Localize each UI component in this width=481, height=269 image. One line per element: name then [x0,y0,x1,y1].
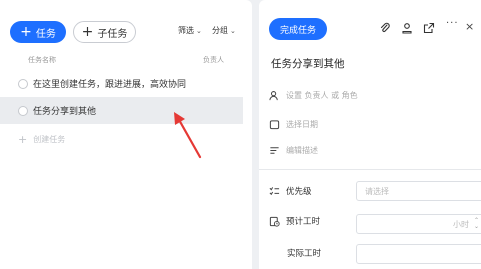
create-task-label: 创建任务 [33,135,66,144]
hours-unit: 小时 [453,219,469,229]
clock-icon [269,216,280,227]
add-task-label: 任务 [35,28,56,40]
create-task-button[interactable]: + 创建任务 [18,133,65,146]
date-field[interactable]: 选择日期 [269,119,318,130]
description-placeholder: 编辑描述 [286,146,318,155]
attachment-icon[interactable] [379,22,391,34]
task-checkbox[interactable] [18,105,28,116]
add-subtask-label: 子任务 [97,28,128,40]
user-icon [269,91,278,101]
task-detail-panel: 完成任务 ··· × 任务分享到其他 设置 负责人 或 角色 选择日期 编辑描述 [259,0,481,269]
more-icon[interactable]: ··· [446,18,459,29]
plus-icon: + [20,23,32,40]
close-icon[interactable]: × [465,20,474,33]
complete-task-button[interactable]: 完成任务 [269,18,327,40]
actual-hours-label: 实际工时 [287,247,321,259]
task-list-panel: + 任务 + 子任务 筛选 ⌄ 分组 ⌄ 任务名称 负责人 在这里创建任务，跟进… [0,0,252,269]
filter-dropdown[interactable]: 筛选 ⌄ [178,25,202,36]
open-external-icon[interactable] [423,22,435,34]
description-icon [270,147,279,154]
estimated-hours-label: 预计工时 [269,215,320,227]
add-subtask-button[interactable]: + 子任务 [73,21,136,43]
group-label: 分组 [212,26,228,35]
stepper-icon[interactable]: ⌃ ⌄ [474,218,479,230]
plus-icon: + [18,133,28,146]
task-title-heading[interactable]: 任务分享到其他 [271,56,345,71]
assignee-field[interactable]: 设置 负责人 或 角色 [269,90,358,101]
chevron-down-icon: ⌄ [230,26,236,35]
estimated-hours-label-text: 预计工时 [286,217,321,227]
description-field[interactable]: 编辑描述 [269,145,318,156]
column-owner: 负责人 [203,56,224,64]
task-row-selected[interactable]: 任务分享到其他 [0,97,243,124]
group-dropdown[interactable]: 分组 ⌄ [212,25,236,36]
chevron-down-icon: ⌄ [196,26,202,35]
task-title: 在这里创建任务，跟进进展，高效协同 [33,80,187,90]
plus-icon: + [81,23,94,40]
task-checkbox[interactable] [18,78,28,89]
actual-hours-input[interactable] [356,244,481,264]
red-arrow-annotation [174,112,202,159]
divider [259,169,481,170]
assignee-placeholder: 设置 负责人 或 角色 [286,91,358,100]
add-task-button[interactable]: + 任务 [10,21,66,43]
user-icon[interactable] [401,22,413,34]
column-header: 任务名称 负责人 [0,53,252,67]
priority-icon [269,186,280,195]
date-placeholder: 选择日期 [286,120,318,129]
filter-label: 筛选 [178,26,194,35]
priority-label-text: 优先级 [286,187,312,197]
actual-hours-label-text: 实际工时 [287,249,322,259]
estimated-hours-input[interactable]: 小时 ⌃ ⌄ [356,214,481,234]
task-title: 任务分享到其他 [33,107,97,117]
priority-select[interactable]: 请选择 [356,181,481,201]
task-row[interactable]: 在这里创建任务，跟进进展，高效协同 [0,70,243,97]
priority-label: 优先级 [269,185,312,197]
calendar-icon [269,120,280,130]
column-task-name: 任务名称 [28,56,56,64]
priority-placeholder: 请选择 [365,186,389,196]
